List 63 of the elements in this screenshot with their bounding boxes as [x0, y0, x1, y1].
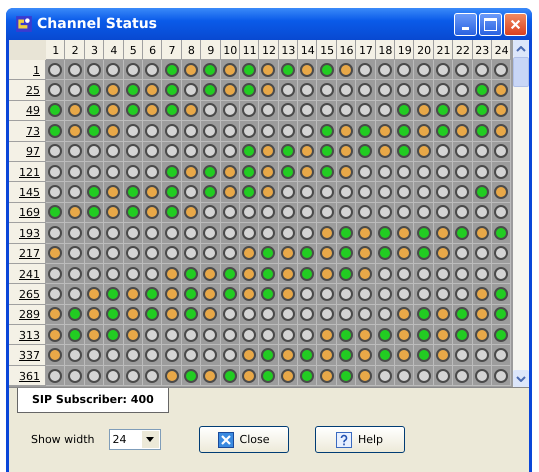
row-header: 121 — [9, 162, 46, 182]
column-header: 24 — [492, 40, 512, 60]
app-icon — [15, 15, 33, 33]
row-header: 169 — [9, 202, 46, 224]
column-header: 17 — [356, 40, 376, 60]
scroll-thumb[interactable] — [513, 57, 529, 87]
window-title: Channel Status — [37, 16, 158, 32]
column-header: 18 — [376, 40, 396, 60]
column-header: 4 — [104, 40, 124, 60]
row-header: 313 — [9, 325, 46, 346]
tab[interactable]: SIP Subscriber: 400 — [17, 388, 169, 413]
column-header: 15 — [317, 40, 337, 60]
column-header: 11 — [240, 40, 260, 60]
row-header: 289 — [9, 304, 46, 326]
scrollbar[interactable] — [513, 40, 529, 387]
column-header: 5 — [124, 40, 143, 60]
column-header: 20 — [414, 40, 434, 60]
row-header: 361 — [9, 366, 46, 386]
show-width-dropdown[interactable]: 24 — [108, 429, 160, 450]
column-header: 21 — [434, 40, 454, 60]
close-icon — [218, 432, 234, 448]
column-header: 13 — [278, 40, 298, 60]
maximize-button[interactable] — [479, 12, 502, 36]
chevron-up-icon — [516, 46, 526, 52]
row-header: 73 — [9, 121, 46, 142]
minimize-button[interactable] — [454, 12, 477, 36]
row-header: 217 — [9, 244, 46, 264]
column-header: 16 — [336, 40, 356, 60]
column-header: 3 — [84, 40, 104, 60]
scroll-down-button[interactable] — [513, 370, 529, 387]
column-header: 2 — [65, 40, 85, 60]
maximize-icon — [484, 18, 497, 30]
column-header: 6 — [142, 40, 162, 60]
row-header: 1 — [9, 60, 46, 80]
help-button[interactable]: Help — [314, 426, 404, 453]
column-header: 8 — [182, 40, 202, 60]
column-header: 7 — [162, 40, 182, 60]
close-icon — [510, 18, 521, 30]
close-dialog-button[interactable]: Close — [198, 426, 288, 453]
row-header: 145 — [9, 182, 46, 203]
row-header: 241 — [9, 264, 46, 284]
column-header: 9 — [201, 40, 221, 60]
row-header: 97 — [9, 142, 46, 162]
column-header: 14 — [298, 40, 318, 60]
column-header: 23 — [472, 40, 492, 60]
row-header: 193 — [9, 223, 46, 244]
column-header: 19 — [395, 40, 414, 60]
row-header: 337 — [9, 345, 46, 366]
column-header: 12 — [259, 40, 279, 60]
dropdown-arrow-icon — [146, 437, 154, 442]
minimize-icon — [462, 27, 469, 30]
column-header: 1 — [46, 40, 66, 60]
help-icon — [336, 432, 352, 448]
column-header: 22 — [453, 40, 473, 60]
row-header: 265 — [9, 284, 46, 305]
row-header: 49 — [9, 100, 46, 122]
header-corner — [9, 40, 46, 60]
scroll-up-button[interactable] — [513, 40, 529, 57]
column-header: 10 — [220, 40, 240, 60]
row-header: 25 — [9, 80, 46, 101]
show-width-label: Show width — [31, 433, 94, 446]
chevron-down-icon — [516, 376, 526, 382]
close-button[interactable] — [504, 12, 527, 36]
